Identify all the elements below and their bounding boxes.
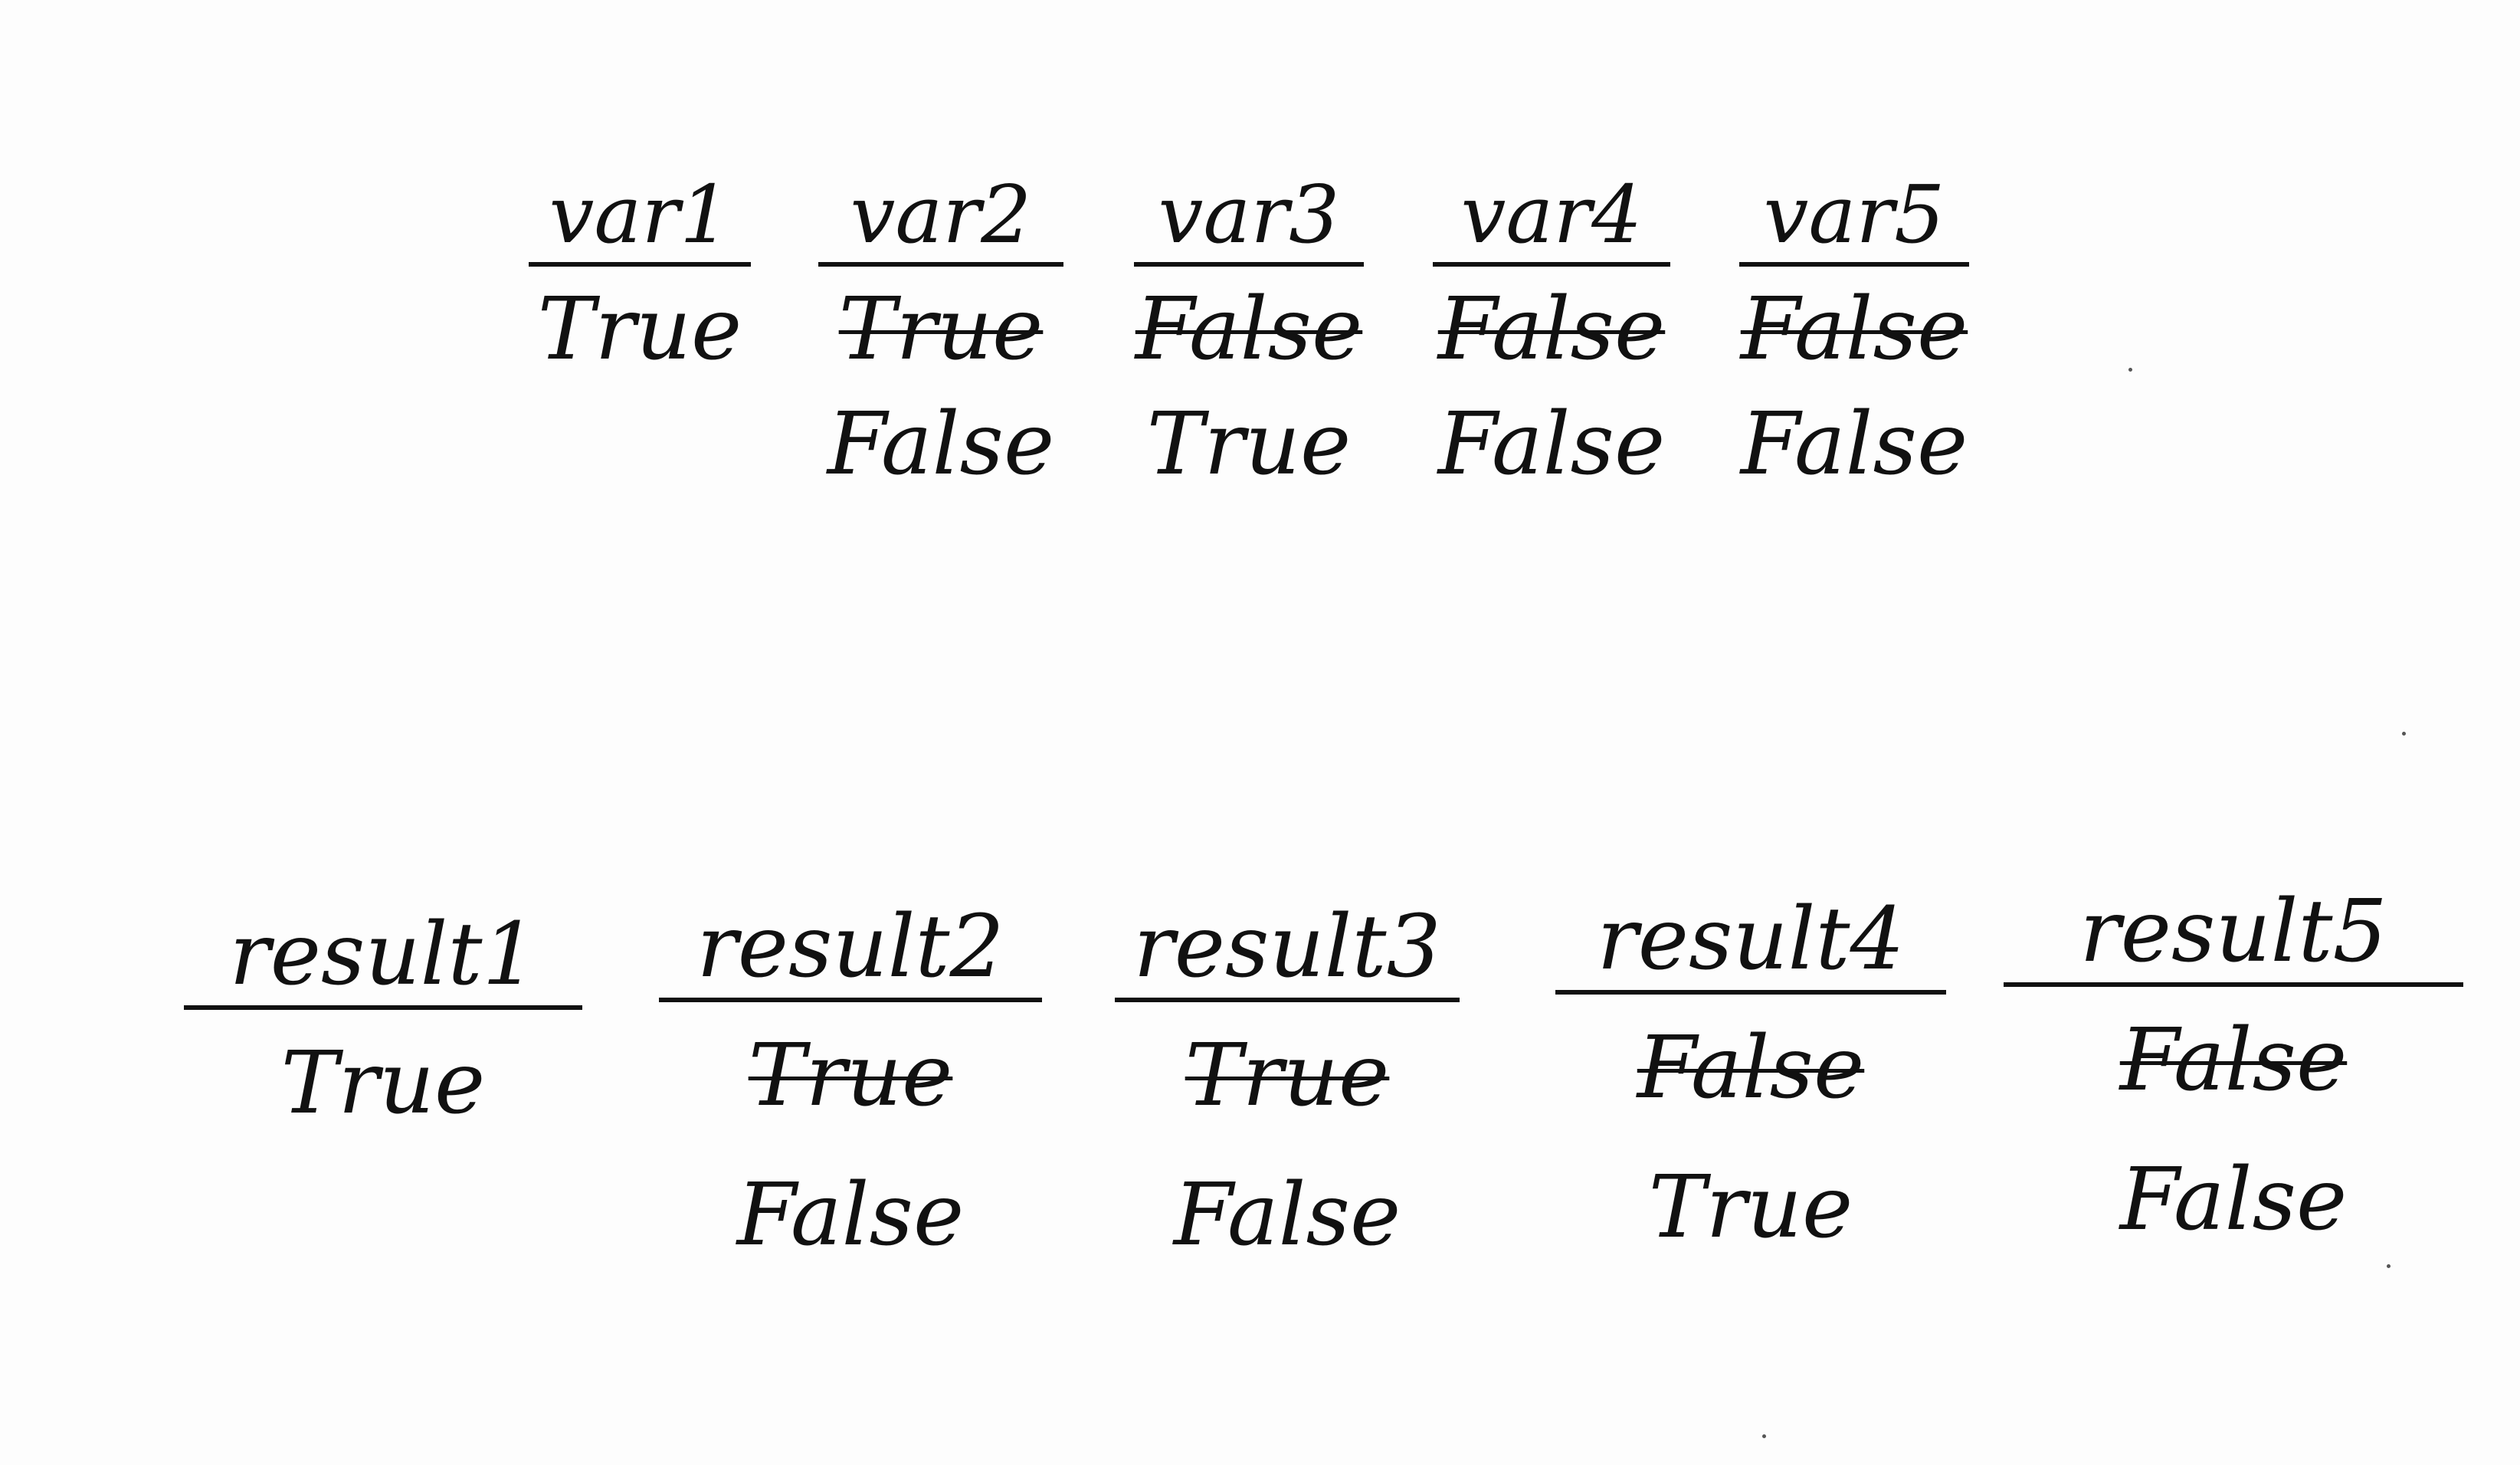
paper-speck <box>2128 368 2132 372</box>
var1-header: var1 <box>529 175 751 267</box>
result5-value-1-crossed-out: False <box>2119 1011 2348 1110</box>
var2-value-2: False <box>827 395 1055 494</box>
var5-value-1-crossed-out: False <box>1740 280 1968 379</box>
var4-column: var4 False False <box>1433 175 1670 487</box>
result2-value-2: False <box>736 1165 965 1265</box>
var3-column: var3 False True <box>1134 175 1364 487</box>
result3-header: result3 <box>1115 904 1460 1002</box>
result4-header: result4 <box>1555 896 1946 995</box>
handwritten-page: var1 True var2 True False var3 False Tru… <box>0 0 2520 1465</box>
var4-value-2: False <box>1437 395 1666 494</box>
paper-speck <box>1762 1434 1766 1438</box>
result1-column: result1 True <box>184 912 582 1126</box>
result4-value-1-crossed-out: False <box>1637 1018 1865 1118</box>
var2-column: var2 True False <box>818 175 1063 487</box>
var3-header: var3 <box>1134 175 1364 267</box>
result3-column: result3 True False <box>1115 904 1460 1258</box>
result4-value-2: True <box>1648 1158 1853 1257</box>
paper-speck <box>2402 732 2406 736</box>
result1-value-1: True <box>280 1034 486 1133</box>
var4-value-1-crossed-out: False <box>1437 280 1666 379</box>
var1-value-1: True <box>537 280 742 379</box>
result3-value-1-crossed-out: True <box>1185 1026 1390 1126</box>
result5-column: result5 False False <box>2004 889 2463 1243</box>
var5-value-2: False <box>1740 395 1968 494</box>
result2-value-1-crossed-out: True <box>748 1026 953 1126</box>
result4-column: result4 False True <box>1555 896 1946 1250</box>
var3-value-2: True <box>1146 395 1352 494</box>
var1-column: var1 True <box>529 175 751 372</box>
result3-value-2: False <box>1173 1165 1401 1265</box>
var3-value-1-crossed-out: False <box>1135 280 1363 379</box>
var4-header: var4 <box>1433 175 1670 267</box>
var5-column: var5 False False <box>1739 175 1969 487</box>
var2-header: var2 <box>818 175 1063 267</box>
paper-speck <box>2387 1264 2391 1268</box>
result1-header: result1 <box>184 912 582 1010</box>
var2-value-1-crossed-out: True <box>838 280 1044 379</box>
result2-header: result2 <box>659 904 1042 1002</box>
result5-value-2: False <box>2119 1150 2348 1250</box>
result2-column: result2 True False <box>659 904 1042 1258</box>
result5-header: result5 <box>2004 889 2463 987</box>
var5-header: var5 <box>1739 175 1969 267</box>
